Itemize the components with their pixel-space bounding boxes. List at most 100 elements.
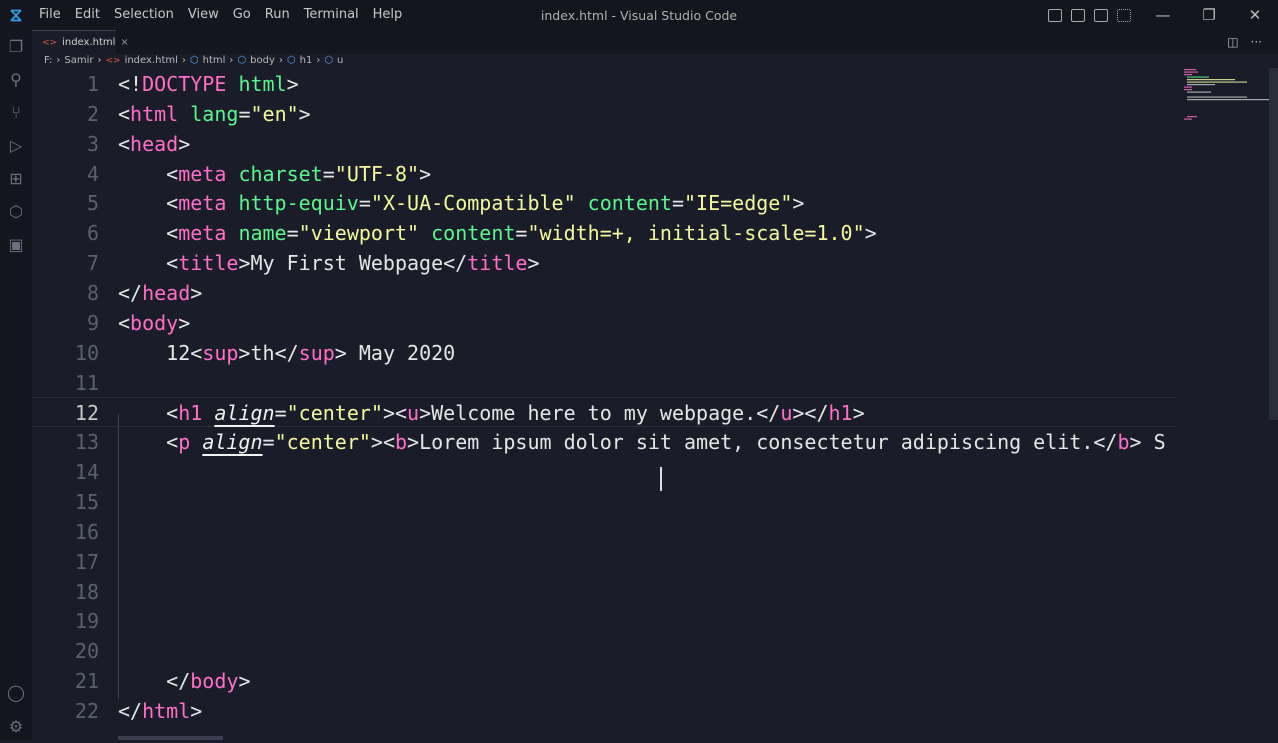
tag-name-token: DOCTYPE: [142, 72, 227, 96]
menu-file[interactable]: File: [32, 0, 68, 30]
attribute-value-token: "width=+, initial-scale=1.0": [527, 221, 865, 246]
more-actions-icon[interactable]: ···: [1251, 35, 1262, 49]
menu-selection[interactable]: Selection: [107, 0, 181, 30]
line-number: 4: [86, 161, 99, 186]
breadcrumb-item[interactable]: u: [337, 55, 343, 66]
punctuation-token: >: [419, 401, 432, 426]
punctuation-token: >: [238, 669, 251, 694]
vertical-scrollbar[interactable]: [1269, 68, 1278, 420]
line-content: 12<sup>th</sup> May 2020: [118, 338, 455, 368]
account-icon[interactable]: ◯: [0, 676, 32, 709]
customize-layout-icon[interactable]: [1117, 8, 1131, 22]
title-bar: ⧖ File Edit Selection View Go Run Terminal Help…: [0, 0, 1278, 30]
tab-index-html[interactable]: <> index.html ×: [32, 30, 129, 54]
code-editor[interactable]: 1 <!DOCTYPE html> 2 <html lang="en"> 3 <head>…: [32, 69, 1175, 740]
attribute-name-token: html: [238, 72, 287, 96]
tag-name-token: sup: [202, 340, 239, 365]
menu-view[interactable]: View: [181, 0, 226, 30]
explorer-icon[interactable]: ❐: [0, 30, 32, 63]
punctuation-token: </: [756, 401, 781, 426]
tab-bar: <> index.html × ◫ ···: [32, 30, 1278, 54]
menu-terminal[interactable]: Terminal: [297, 0, 366, 30]
tag-name-token: body: [190, 669, 239, 694]
tab-close-icon[interactable]: ×: [120, 37, 128, 48]
split-editor-icon[interactable]: ◫: [1227, 35, 1238, 49]
toggle-primary-sidebar-icon[interactable]: [1048, 8, 1062, 22]
line-content: <meta http-equiv="X-UA-Compatible" conte…: [118, 188, 804, 218]
punctuation-token: </: [118, 699, 143, 724]
close-window-button[interactable]: ✕: [1232, 6, 1278, 24]
code-line: 2 <html lang="en">: [32, 99, 1175, 129]
code-line: 20: [32, 636, 1175, 666]
breadcrumb-item[interactable]: Samir: [64, 55, 93, 66]
chevron-right-icon: ›: [56, 55, 61, 66]
html-file-icon: <>: [42, 37, 58, 48]
breadcrumb-item[interactable]: html: [203, 55, 226, 66]
line-content: <p align="center"><b>Lorem ipsum dolor s…: [118, 427, 1166, 457]
punctuation-token: =: [286, 221, 299, 246]
breadcrumb-item[interactable]: h1: [300, 55, 313, 66]
tag-name-token: u: [407, 401, 420, 426]
punctuation-token: <: [118, 131, 131, 156]
toggle-secondary-sidebar-icon[interactable]: [1094, 8, 1108, 22]
minimap[interactable]: [1180, 66, 1270, 126]
punctuation-token: >: [178, 310, 191, 335]
punctuation-token: >: [286, 72, 299, 96]
tag-name-token: p: [178, 430, 191, 455]
remote-explorer-icon[interactable]: ⬡: [0, 195, 32, 228]
line-number: 19: [74, 609, 99, 634]
line-content: </body>: [118, 666, 250, 696]
punctuation-token: =: [358, 191, 371, 216]
search-icon[interactable]: ⚲: [0, 63, 32, 96]
punctuation-token: =: [322, 161, 335, 186]
menu-run[interactable]: Run: [258, 0, 297, 30]
attribute-value-token: "UTF-8": [334, 161, 420, 186]
breadcrumb-item[interactable]: F:: [44, 55, 52, 66]
restore-button[interactable]: ❐: [1186, 6, 1232, 24]
line-number: 13: [74, 430, 99, 455]
breadcrumb-item[interactable]: index.html: [125, 55, 178, 66]
line-content: </head>: [118, 278, 202, 308]
punctuation-token: >: [407, 430, 420, 455]
chevron-right-icon: ›: [181, 55, 186, 66]
tag-name-token: html: [142, 699, 191, 724]
line-number: 14: [74, 460, 99, 485]
punctuation-token: </: [274, 340, 299, 365]
attribute-value-token: "viewport": [298, 221, 420, 246]
code-line: 6 <meta name="viewport" content="width=+…: [32, 218, 1175, 248]
menu-help[interactable]: Help: [366, 0, 410, 30]
tag-name-token: html: [130, 101, 179, 126]
menu-bar: File Edit Selection View Go Run Terminal Help: [32, 0, 409, 30]
tag-name-token: title: [178, 251, 239, 276]
terminal-icon[interactable]: ▣: [0, 228, 32, 261]
element-symbol-icon: ⬡: [189, 55, 199, 66]
tag-name-token: h1: [178, 401, 203, 426]
menu-edit[interactable]: Edit: [68, 0, 107, 30]
run-debug-icon[interactable]: ▷: [0, 129, 32, 162]
attribute-name-token: content: [587, 191, 672, 216]
minimize-button[interactable]: —: [1140, 6, 1186, 24]
line-content: <h1 align="center"><u>Welcome here to my…: [118, 398, 864, 428]
line-number: 7: [86, 251, 99, 276]
source-control-icon[interactable]: ⑂: [0, 96, 32, 129]
extensions-icon[interactable]: ⊞: [0, 162, 32, 195]
attribute-value-token: "IE=edge": [684, 191, 793, 216]
menu-go[interactable]: Go: [226, 0, 258, 30]
toggle-panel-icon[interactable]: [1071, 8, 1085, 22]
settings-gear-icon[interactable]: ⚙: [0, 710, 32, 743]
punctuation-token: </: [166, 669, 191, 694]
horizontal-scrollbar[interactable]: [118, 736, 223, 740]
tab-label: index.html: [62, 37, 116, 48]
line-number: 5: [86, 191, 99, 216]
line-number: 22: [74, 699, 99, 724]
vscode-logo-icon: ⧖: [9, 4, 23, 26]
breadcrumb-item[interactable]: body: [250, 55, 275, 66]
attribute-value-token: "en": [250, 101, 299, 126]
element-symbol-icon: ⬡: [237, 55, 247, 66]
line-number: 8: [86, 281, 99, 306]
